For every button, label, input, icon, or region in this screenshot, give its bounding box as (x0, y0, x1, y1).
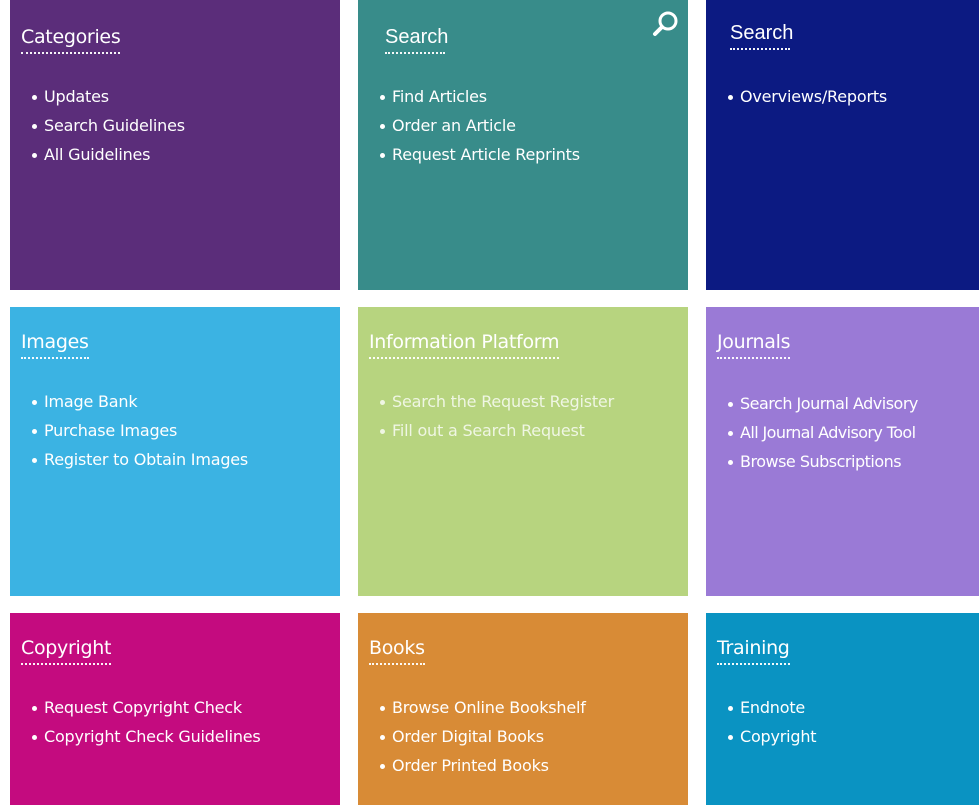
link-list: Endnote Copyright (717, 693, 979, 751)
tile-grid: Categories Updates Search Guidelines All… (10, 0, 979, 805)
tile-title[interactable]: Training (717, 635, 790, 665)
list-item: Order Digital Books (369, 722, 688, 751)
list-item: All Guidelines (21, 140, 340, 169)
list-item: Copyright (717, 722, 979, 751)
tile-search-reports: Search Overviews/Reports (706, 0, 979, 290)
tile-title[interactable]: Search (385, 24, 448, 54)
list-item: Order Printed Books (369, 751, 688, 780)
tile-title[interactable]: Books (369, 635, 425, 665)
link[interactable]: All Journal Advisory Tool (740, 423, 916, 442)
tile-title[interactable]: Search (730, 20, 793, 50)
link[interactable]: Fill out a Search Request (392, 421, 585, 440)
link[interactable]: Request Copyright Check (44, 698, 242, 717)
link[interactable]: Search Journal Advisory (740, 394, 918, 413)
link[interactable]: Overviews/Reports (740, 87, 887, 106)
list-item: Search Journal Advisory (717, 389, 979, 418)
tile-images: Images Image Bank Purchase Images Regist… (10, 307, 340, 596)
link[interactable]: Copyright (740, 727, 817, 746)
link[interactable]: All Guidelines (44, 145, 151, 164)
list-item: Register to Obtain Images (21, 445, 340, 474)
list-item: All Journal Advisory Tool (717, 418, 979, 447)
tile-books: Books Browse Online Bookshelf Order Digi… (358, 613, 688, 805)
list-item: Browse Subscriptions (717, 447, 979, 476)
tile-categories: Categories Updates Search Guidelines All… (10, 0, 340, 290)
list-item: Request Copyright Check (21, 693, 340, 722)
link[interactable]: Order Printed Books (392, 756, 549, 775)
link[interactable]: Search Guidelines (44, 116, 185, 135)
link[interactable]: Endnote (740, 698, 805, 717)
link[interactable]: Image Bank (44, 392, 138, 411)
link[interactable]: Search the Request Register (392, 392, 614, 411)
link[interactable]: Purchase Images (44, 421, 177, 440)
link[interactable]: Browse Subscriptions (740, 452, 902, 471)
link[interactable]: Order an Article (392, 116, 516, 135)
list-item: Copyright Check Guidelines (21, 722, 340, 751)
list-item: Fill out a Search Request (369, 416, 688, 445)
link[interactable]: Register to Obtain Images (44, 450, 248, 469)
list-item: Image Bank (21, 387, 340, 416)
search-icon[interactable] (650, 8, 682, 40)
list-item: Search Guidelines (21, 111, 340, 140)
tile-information-platform: Information Platform Search the Request … (358, 307, 688, 596)
link-list: Search Journal Advisory All Journal Advi… (717, 389, 979, 476)
link-list: Search the Request Register Fill out a S… (369, 387, 688, 445)
link[interactable]: Copyright Check Guidelines (44, 727, 261, 746)
tile-title[interactable]: Information Platform (369, 329, 559, 359)
list-item: Find Articles (369, 82, 688, 111)
link[interactable]: Request Article Reprints (392, 145, 580, 164)
tile-copyright: Copyright Request Copyright Check Copyri… (10, 613, 340, 805)
list-item: Updates (21, 82, 340, 111)
tile-journals: Journals Search Journal Advisory All Jou… (706, 307, 979, 596)
link[interactable]: Order Digital Books (392, 727, 544, 746)
link[interactable]: Updates (44, 87, 109, 106)
list-item: Request Article Reprints (369, 140, 688, 169)
link-list: Find Articles Order an Article Request A… (369, 82, 688, 169)
tile-title[interactable]: Images (21, 329, 89, 359)
link-list: Image Bank Purchase Images Register to O… (21, 387, 340, 474)
link-list: Overviews/Reports (717, 82, 979, 111)
list-item: Browse Online Bookshelf (369, 693, 688, 722)
list-item: Search the Request Register (369, 387, 688, 416)
list-item: Purchase Images (21, 416, 340, 445)
tile-title[interactable]: Categories (21, 24, 121, 54)
tile-search-articles: Search Find Articles Order an Article Re… (358, 0, 688, 290)
link[interactable]: Find Articles (392, 87, 487, 106)
list-item: Overviews/Reports (717, 82, 979, 111)
link[interactable]: Browse Online Bookshelf (392, 698, 586, 717)
list-item: Order an Article (369, 111, 688, 140)
tile-title[interactable]: Journals (717, 329, 791, 359)
list-item: Endnote (717, 693, 979, 722)
link-list: Browse Online Bookshelf Order Digital Bo… (369, 693, 688, 780)
link-list: Request Copyright Check Copyright Check … (21, 693, 340, 751)
tile-title[interactable]: Copyright (21, 635, 111, 665)
tile-training: Training Endnote Copyright (706, 613, 979, 805)
link-list: Updates Search Guidelines All Guidelines (21, 82, 340, 169)
